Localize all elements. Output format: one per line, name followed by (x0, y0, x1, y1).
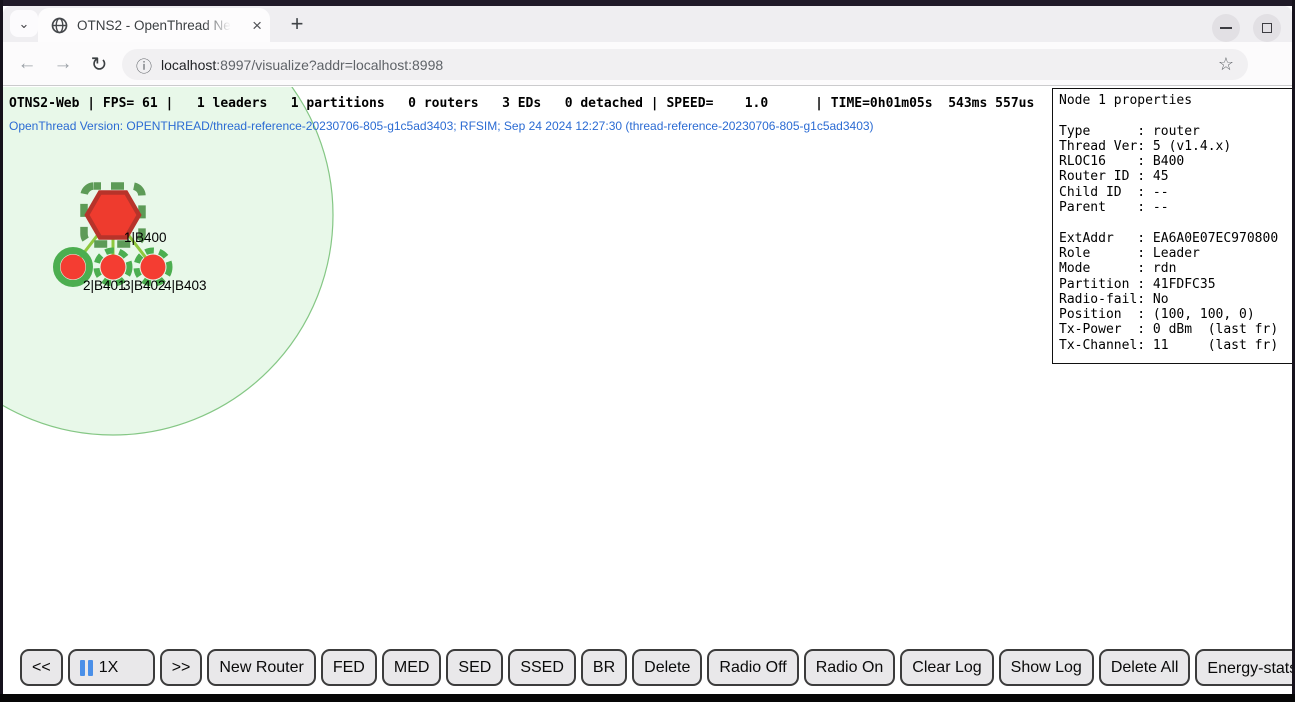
new-tab-button[interactable]: + (282, 9, 312, 39)
delete-button[interactable]: Delete (632, 649, 702, 686)
control-bar: << 1X >> New Router FED MED SED SSED BR … (20, 649, 1292, 686)
fast-forward-button[interactable]: >> (160, 649, 203, 686)
minimize-icon (1220, 27, 1232, 29)
speed-button[interactable]: 1X (68, 649, 155, 686)
back-button[interactable]: ← (12, 42, 42, 86)
address-bar[interactable]: ⓘ localhost:8997/visualize?addr=localhos… (122, 49, 1248, 80)
ssed-button[interactable]: SSED (508, 649, 576, 686)
url-text: localhost:8997/visualize?addr=localhost:… (161, 57, 443, 73)
browser-tab[interactable]: OTNS2 - OpenThread Ne × (38, 8, 270, 42)
simulator-status-bar: OTNS2-Web | FPS= 61 | 1 leaders 1 partit… (9, 97, 1034, 111)
med-button[interactable]: MED (382, 649, 442, 686)
node-label: 4|B403 (164, 278, 207, 293)
radio-range-circle (3, 87, 333, 435)
reload-button[interactable]: ↻ (84, 42, 114, 86)
end-device-node[interactable] (101, 255, 126, 280)
otns-visualizer-canvas: 1|B400 2|B401 3|B402 4|B403 OTNS2-Web | … (3, 87, 1292, 694)
tab-close-icon[interactable]: × (252, 17, 262, 34)
speed-label: 1X (99, 659, 119, 677)
node-properties-text: Node 1 properties Type : router Thread V… (1059, 93, 1292, 353)
energy-stats-button[interactable]: Energy-stats ↗ (1195, 649, 1292, 686)
pause-icon (80, 660, 93, 676)
br-button[interactable]: BR (581, 649, 627, 686)
openthread-version-text: OpenThread Version: OPENTHREAD/thread-re… (9, 120, 874, 133)
delete-all-button[interactable]: Delete All (1099, 649, 1191, 686)
show-log-button[interactable]: Show Log (999, 649, 1094, 686)
tab-search-button[interactable]: ⌄ (10, 10, 38, 37)
new-router-button[interactable]: New Router (207, 649, 315, 686)
end-device-node[interactable] (141, 255, 166, 280)
sed-button[interactable]: SED (446, 649, 503, 686)
end-device-node[interactable] (61, 255, 86, 280)
node-label: 1|B400 (124, 230, 167, 245)
window-frame-top (0, 0, 1295, 6)
minimize-button[interactable] (1212, 14, 1240, 42)
browser-toolbar: ← → ↻ ⓘ localhost:8997/visualize?addr=lo… (3, 42, 1292, 86)
maximize-icon (1262, 23, 1272, 33)
node-properties-panel: Node 1 properties Type : router Thread V… (1052, 88, 1292, 364)
tab-strip: ⌄ OTNS2 - OpenThread Ne × + (3, 6, 1292, 42)
radio-off-button[interactable]: Radio Off (707, 649, 798, 686)
node-label: 3|B402 (123, 278, 166, 293)
radio-on-button[interactable]: Radio On (804, 649, 896, 686)
url-host: localhost (161, 57, 216, 73)
chevron-down-icon: ⌄ (19, 16, 30, 32)
fed-button[interactable]: FED (321, 649, 377, 686)
url-path: :8997/visualize?addr=localhost:8998 (216, 57, 443, 73)
maximize-button[interactable] (1253, 14, 1281, 42)
rewind-button[interactable]: << (20, 649, 63, 686)
network-topology-svg: 1|B400 2|B401 3|B402 4|B403 (3, 87, 1049, 643)
bookmark-star-icon[interactable]: ☆ (1218, 54, 1234, 75)
globe-favicon-icon (51, 17, 68, 34)
site-info-icon[interactable]: ⓘ (136, 53, 152, 77)
browser-window: ⌄ OTNS2 - OpenThread Ne × + ← → ↻ ⓘ loca… (0, 0, 1295, 702)
forward-button[interactable]: → (48, 42, 78, 86)
window-frame-left (0, 0, 3, 702)
clear-log-button[interactable]: Clear Log (900, 649, 993, 686)
node-label: 2|B401 (83, 278, 126, 293)
tab-title: OTNS2 - OpenThread Ne (77, 18, 231, 33)
window-frame-bottom (0, 694, 1295, 702)
